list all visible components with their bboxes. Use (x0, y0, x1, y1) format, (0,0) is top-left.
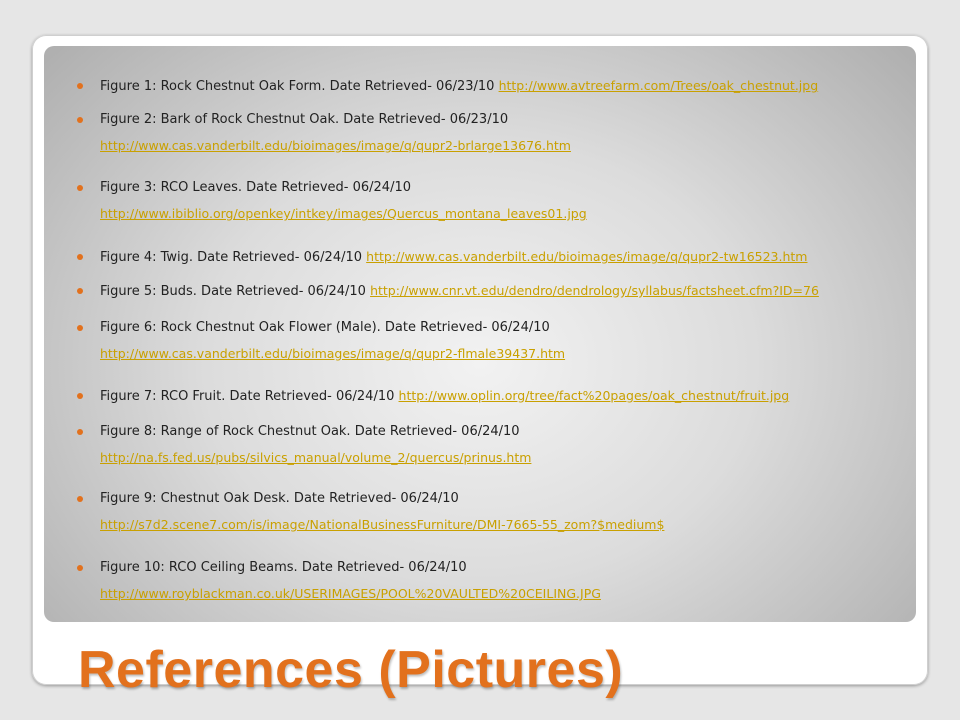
bullet-icon (77, 254, 83, 260)
bullet-icon (77, 429, 83, 435)
reference-item-1: Figure 1: Rock Chestnut Oak Form. Date R… (77, 78, 900, 95)
reference-link[interactable]: http://www.oplin.org/tree/fact%20pages/o… (399, 388, 790, 403)
bullet-icon (77, 288, 83, 294)
bullet-icon (77, 117, 83, 123)
slide-title: References (Pictures) (78, 641, 624, 699)
reference-item-8: Figure 8: Range of Rock Chestnut Oak. Da… (77, 424, 900, 465)
reference-item-10: Figure 10: RCO Ceiling Beams. Date Retri… (77, 560, 900, 601)
bullet-icon (77, 393, 83, 399)
reference-item-4: Figure 4: Twig. Date Retrieved- 06/24/10… (77, 249, 900, 266)
reference-text: Figure 5: Buds. Date Retrieved- 06/24/10 (100, 284, 366, 299)
reference-link[interactable]: http://www.cnr.vt.edu/dendro/dendrology/… (370, 283, 819, 298)
reference-text: Figure 2: Bark of Rock Chestnut Oak. Dat… (100, 112, 509, 127)
reference-text: Figure 1: Rock Chestnut Oak Form. Date R… (100, 79, 495, 94)
reference-link[interactable]: http://www.cas.vanderbilt.edu/bioimages/… (100, 346, 565, 362)
reference-item-2: Figure 2: Bark of Rock Chestnut Oak. Dat… (77, 112, 900, 153)
reference-link[interactable]: http://www.ibiblio.org/openkey/intkey/im… (100, 206, 587, 222)
reference-link[interactable]: http://s7d2.scene7.com/is/image/National… (100, 517, 664, 533)
reference-item-7: Figure 7: RCO Fruit. Date Retrieved- 06/… (77, 388, 900, 405)
reference-text: Figure 10: RCO Ceiling Beams. Date Retri… (100, 560, 467, 575)
reference-text: Figure 4: Twig. Date Retrieved- 06/24/10 (100, 250, 363, 265)
reference-text: Figure 8: Range of Rock Chestnut Oak. Da… (100, 424, 520, 439)
reference-item-9: Figure 9: Chestnut Oak Desk. Date Retrie… (77, 491, 900, 532)
bullet-icon (77, 496, 83, 502)
bullet-icon (77, 185, 83, 191)
reference-item-3: Figure 3: RCO Leaves. Date Retrieved- 06… (77, 180, 900, 221)
reference-link[interactable]: http://www.avtreefarm.com/Trees/oak_ches… (499, 78, 819, 93)
reference-item-5: Figure 5: Buds. Date Retrieved- 06/24/10… (77, 283, 900, 300)
bullet-icon (77, 565, 83, 571)
reference-link[interactable]: http://www.cas.vanderbilt.edu/bioimages/… (100, 138, 571, 154)
reference-text: Figure 9: Chestnut Oak Desk. Date Retrie… (100, 491, 459, 506)
reference-item-6: Figure 6: Rock Chestnut Oak Flower (Male… (77, 320, 900, 361)
bullet-icon (77, 325, 83, 331)
reference-text: Figure 7: RCO Fruit. Date Retrieved- 06/… (100, 389, 395, 404)
reference-link[interactable]: http://na.fs.fed.us/pubs/silvics_manual/… (100, 450, 531, 466)
reference-link[interactable]: http://www.cas.vanderbilt.edu/bioimages/… (366, 249, 807, 264)
reference-text: Figure 3: RCO Leaves. Date Retrieved- 06… (100, 180, 411, 195)
content-panel: Figure 1: Rock Chestnut Oak Form. Date R… (44, 46, 916, 622)
reference-link[interactable]: http://www.royblackman.co.uk/USERIMAGES/… (100, 586, 601, 602)
reference-text: Figure 6: Rock Chestnut Oak Flower (Male… (100, 320, 550, 335)
bullet-icon (77, 83, 83, 89)
